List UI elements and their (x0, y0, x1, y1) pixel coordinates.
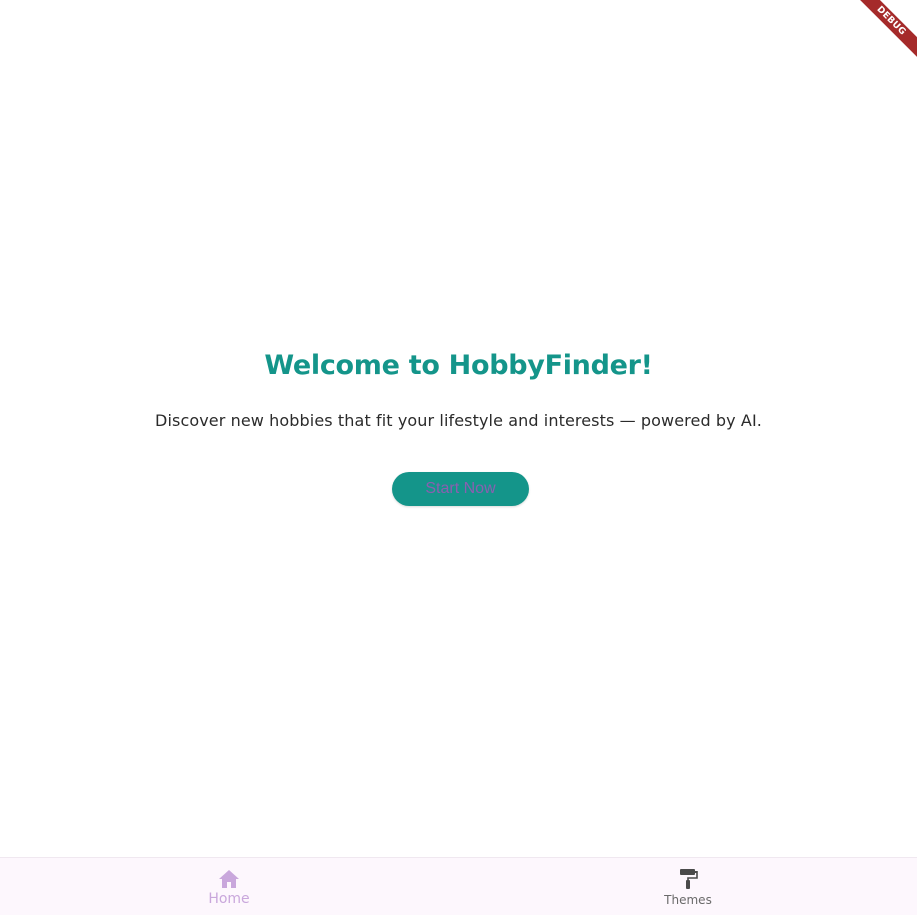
welcome-title: Welcome to HobbyFinder! (264, 350, 653, 381)
app-root: Welcome to HobbyFinder! Discover new hob… (0, 0, 917, 915)
nav-item-home-label: Home (208, 890, 250, 907)
bottom-navigation-bar: Home Themes (0, 857, 917, 915)
paint-roller-icon (680, 868, 698, 889)
nav-item-home[interactable]: Home (0, 858, 458, 915)
home-icon (219, 869, 239, 888)
welcome-subtitle: Discover new hobbies that fit your lifes… (155, 411, 762, 430)
nav-item-themes-label: Themes (664, 892, 712, 907)
home-screen: Welcome to HobbyFinder! Discover new hob… (0, 0, 917, 857)
start-now-button[interactable]: Start Now (392, 472, 529, 506)
nav-item-themes[interactable]: Themes (459, 858, 917, 915)
